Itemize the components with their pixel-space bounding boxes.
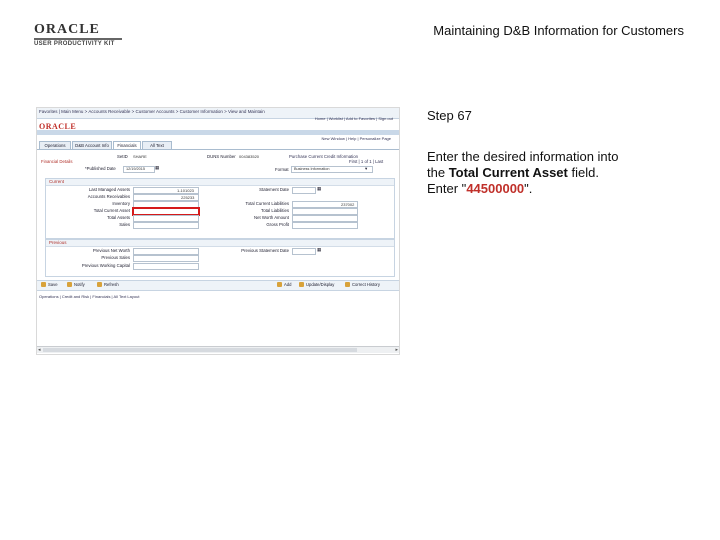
format-label: Format [275, 167, 289, 172]
tab-underline [37, 149, 399, 150]
previous-sales-label: Previous Sales [101, 255, 130, 260]
purchase-credit-link[interactable]: Purchase Current Credit Information [289, 154, 358, 159]
sales-field[interactable] [133, 222, 199, 229]
refresh-button[interactable]: Refresh [97, 282, 119, 288]
instruction-line-1: Enter the desired information into [427, 149, 619, 164]
header-strip [37, 130, 399, 135]
statement-date-field[interactable] [292, 187, 316, 194]
scroll-left-icon[interactable]: ◂ [38, 347, 41, 353]
current-section-header [46, 179, 394, 186]
setid-value: SHARE [133, 154, 147, 159]
published-date-field[interactable]: 12/19/2015 [123, 166, 155, 173]
toolbar: Save Notify Refresh Add Update/Display C… [37, 280, 399, 291]
app-screenshot: Favorites | Main Menu > Accounts Receiva… [36, 107, 400, 355]
save-icon [41, 282, 46, 288]
total-current-liabilities-label: Total Current Liabilities [245, 201, 289, 206]
instruction-line-3: Enter "44500000". [427, 181, 533, 196]
calendar-icon[interactable]: ▦ [317, 247, 321, 253]
horizontal-scrollbar[interactable]: ◂ ▸ [37, 346, 399, 353]
accounts-receivables-label: Accounts Receivables [87, 194, 130, 199]
last-managed-assets-label: Last Managed Assets [88, 187, 130, 192]
previous-sales-field[interactable] [133, 255, 199, 262]
notify-icon [67, 282, 72, 288]
previous-net-worth-label: Previous Net Worth [92, 248, 130, 253]
page-links[interactable]: New Window | Help | Personalize Page [322, 136, 391, 141]
total-current-asset-label: Total Current Asset [93, 208, 130, 213]
net-worth-amount-field[interactable] [292, 215, 358, 222]
previous-statement-date-field[interactable] [292, 248, 316, 255]
financial-details-label: Financial Details [41, 159, 73, 164]
refresh-icon [97, 282, 102, 288]
logo-divider [34, 38, 122, 40]
footer-page-links[interactable]: Operations | Credit and Risk | Financial… [39, 294, 139, 299]
correct-history-button[interactable]: Correct History [345, 282, 380, 288]
current-section-title: Current [49, 179, 65, 184]
link-add-favorites[interactable]: Add to Favorites [346, 116, 375, 121]
update-display-button[interactable]: Update/Display [299, 282, 334, 288]
statement-date-label: Statement Date [259, 187, 289, 192]
scroll-right-icon[interactable]: ▸ [395, 347, 398, 353]
breadcrumb[interactable]: Favorites | Main Menu > Accounts Receiva… [39, 109, 265, 114]
step-number: Step 67 [427, 108, 472, 123]
notify-button[interactable]: Notify [67, 282, 85, 288]
accounts-receivables-value: 225233 [181, 195, 195, 200]
update-display-icon [299, 282, 304, 288]
sales-label: Sales [119, 222, 130, 227]
total-assets-field[interactable] [133, 215, 199, 222]
chevron-down-icon[interactable]: ▾ [365, 166, 367, 172]
previous-section-header [46, 240, 394, 247]
logo-wordmark: ORACLE [34, 22, 100, 37]
previous-statement-date-label: Previous Statement Date [241, 248, 289, 253]
published-date-label: *Published Date [85, 166, 116, 171]
find-navigation[interactable]: First | 1 of 1 | Last [349, 159, 383, 164]
gross-profit-label: Gross Profit [266, 222, 289, 227]
previous-section-title: Previous [49, 240, 67, 245]
duns-value: 004383520 [239, 154, 260, 159]
step-instructions: Enter the desired information into the T… [427, 149, 697, 197]
total-liabilities-label: Total Liabilities [261, 208, 289, 213]
gross-profit-field[interactable] [292, 222, 358, 229]
format-select[interactable]: Business Information [291, 166, 373, 173]
scrollbar-thumb[interactable] [43, 348, 357, 352]
correct-history-icon [345, 282, 350, 288]
link-sign-out[interactable]: Sign out [378, 116, 393, 121]
calendar-icon[interactable]: ▦ [317, 186, 321, 192]
total-current-liabilities-value: 237002 [341, 202, 355, 207]
oracle-upk-logo: ORACLE USER PRODUCTIVITY KIT [34, 22, 124, 48]
previous-net-worth-field[interactable] [133, 248, 199, 255]
link-worklist[interactable]: Worklist [329, 116, 343, 121]
previous-working-capital-field[interactable] [133, 263, 199, 270]
net-worth-amount-label: Net Worth Amount [253, 215, 289, 220]
entry-value: 44500000 [466, 181, 525, 196]
duns-label: DUNS Number [207, 154, 236, 159]
instruction-line-2: the Total Current Asset field. [427, 165, 599, 180]
setid-label: SetID [117, 154, 128, 159]
logo-subtitle: USER PRODUCTIVITY KIT [34, 41, 115, 47]
link-home[interactable]: Home [315, 116, 326, 121]
document-title: Maintaining D&B Information for Customer… [433, 23, 684, 38]
total-liabilities-field[interactable] [292, 208, 358, 215]
calendar-icon[interactable]: ▦ [155, 165, 159, 171]
previous-working-capital-label: Previous Working Capital [81, 263, 130, 268]
last-managed-assets-value: 1-101023 [177, 188, 194, 193]
field-name: Total Current Asset [448, 165, 568, 180]
save-button[interactable]: Save [41, 282, 58, 288]
total-assets-label: Total Assets [107, 215, 130, 220]
inventory-label: Inventory [112, 201, 130, 206]
add-icon [277, 282, 282, 288]
universal-nav-links: Home | Worklist | Add to Favorites | Sig… [314, 116, 393, 121]
add-button[interactable]: Add [277, 282, 291, 288]
